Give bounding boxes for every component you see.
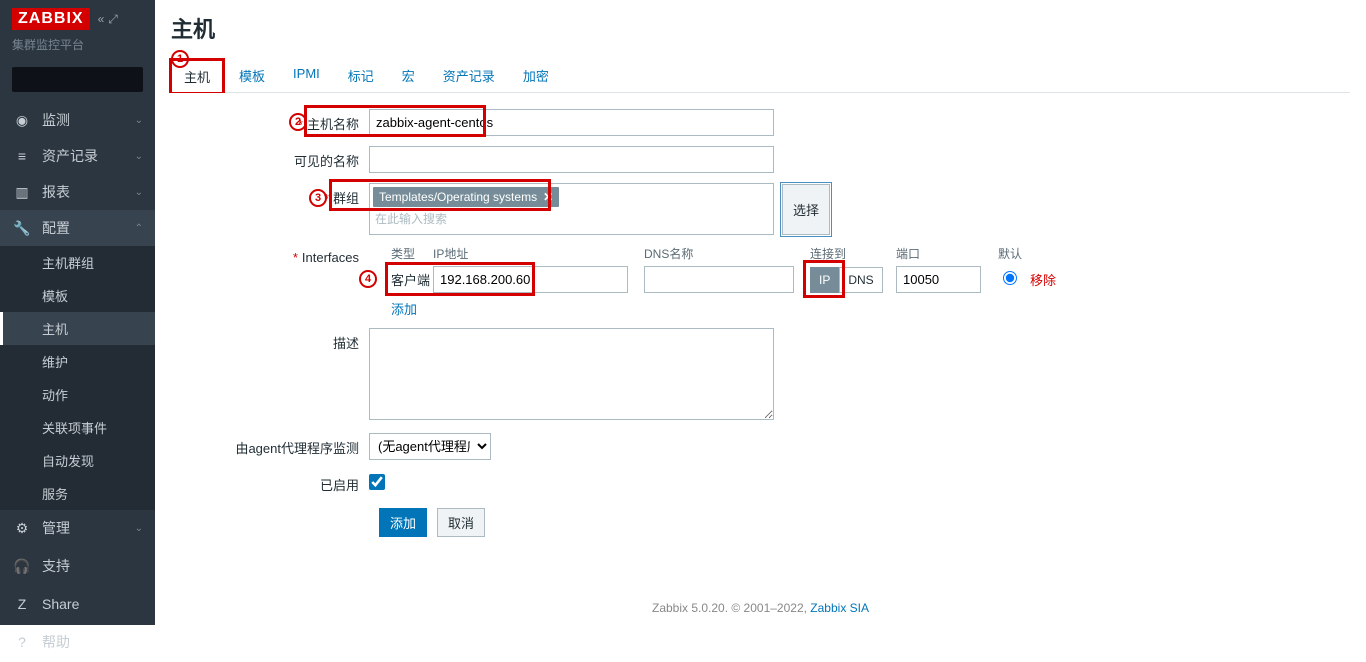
search-box[interactable]: 🔍 bbox=[12, 67, 143, 92]
annotation-3: 3 bbox=[309, 189, 327, 207]
nav-inventory[interactable]: ≡ 资产记录 ⌄ bbox=[0, 138, 155, 174]
th-ip: IP地址 bbox=[433, 245, 636, 262]
chevron-down-icon: ⌄ bbox=[135, 115, 143, 126]
logo: ZABBIX bbox=[12, 8, 90, 30]
host-form: 2 *主机名称 可见的名称 3 *群组 Templates/ bbox=[155, 93, 1366, 545]
interface-row: 4 客户端 IP DNS 移除 bbox=[369, 266, 1070, 293]
chevron-down-icon: ⌄ bbox=[135, 523, 143, 534]
search-input[interactable] bbox=[18, 73, 173, 87]
nav-reports[interactable]: ▥ 报表 ⌄ bbox=[0, 174, 155, 210]
groups-placeholder: 在此输入搜索 bbox=[373, 207, 770, 230]
connect-ip-button[interactable]: IP bbox=[810, 267, 839, 293]
enabled-checkbox[interactable] bbox=[369, 474, 385, 490]
sub-maintenance[interactable]: 维护 bbox=[0, 345, 155, 378]
nav-share[interactable]: Z Share bbox=[0, 586, 155, 622]
sub-actions[interactable]: 动作 bbox=[0, 378, 155, 411]
chart-icon: ▥ bbox=[12, 184, 32, 201]
sidebar-header: ZABBIX « ⤢ 集群监控平台 bbox=[0, 0, 155, 57]
sidebar: ZABBIX « ⤢ 集群监控平台 🔍 ◉ 监测 ⌄ ≡ 资产记录 bbox=[0, 0, 155, 625]
iface-ip-input[interactable] bbox=[433, 266, 628, 293]
th-type: 类型 bbox=[369, 245, 433, 262]
fullscreen-icon[interactable]: ⤢ bbox=[108, 12, 118, 27]
nav-config-sub: 主机群组 模板 主机 维护 动作 关联项事件 自动发现 服务 bbox=[0, 246, 155, 510]
share-icon: Z bbox=[12, 596, 32, 612]
label-groups: *群组 bbox=[179, 183, 369, 207]
label-visiblename: 可见的名称 bbox=[179, 146, 369, 170]
nav-monitoring[interactable]: ◉ 监测 ⌄ bbox=[0, 102, 155, 138]
label-agent-proxy: 由agent代理程序监测 bbox=[179, 433, 369, 457]
th-port: 端口 bbox=[896, 245, 988, 262]
wrench-icon: 🔧 bbox=[12, 220, 32, 237]
interfaces-table: 类型 IP地址 DNS名称 连接到 端口 默认 4 客户端 bbox=[369, 245, 1070, 318]
page-title: 主机 bbox=[155, 0, 1366, 44]
sub-hosts[interactable]: 主机 bbox=[0, 312, 155, 345]
label-enabled: 已启用 bbox=[179, 470, 369, 494]
nav-support[interactable]: 🎧 支持 bbox=[0, 546, 155, 586]
tab-macros[interactable]: 宏 bbox=[390, 60, 427, 92]
chevron-down-icon: ⌄ bbox=[135, 151, 143, 162]
annotation-4: 4 bbox=[359, 270, 377, 288]
headset-icon: 🎧 bbox=[12, 558, 32, 575]
brand-subtitle: 集群监控平台 bbox=[12, 36, 143, 53]
nav-config[interactable]: 🔧 配置 ⌃ bbox=[0, 210, 155, 246]
cancel-button[interactable]: 取消 bbox=[437, 508, 485, 537]
groups-multiselect[interactable]: Templates/Operating systems ✕ 在此输入搜索 bbox=[369, 183, 774, 235]
th-dns: DNS名称 bbox=[644, 245, 802, 262]
agent-proxy-select[interactable]: (无agent代理程序) bbox=[369, 433, 491, 460]
iface-default-radio[interactable] bbox=[1003, 271, 1017, 285]
main-nav: ◉ 监测 ⌄ ≡ 资产记录 ⌄ ▥ 报表 ⌄ 🔧 配置 ⌃ 主机群组 模板 bbox=[0, 102, 155, 546]
main-content: 主机 1 主机 模板 IPMI 标记 宏 资产记录 加密 2 *主机名称 bbox=[155, 0, 1366, 625]
submit-button[interactable]: 添加 bbox=[379, 508, 427, 537]
th-conn: 连接到 bbox=[810, 245, 888, 262]
gear-icon: ⚙ bbox=[12, 520, 32, 537]
list-icon: ≡ bbox=[12, 148, 32, 164]
footer: Zabbix 5.0.20. © 2001–2022, Zabbix SIA bbox=[155, 581, 1366, 625]
label-description: 描述 bbox=[179, 328, 369, 352]
tabs: 主机 模板 IPMI 标记 宏 资产记录 加密 bbox=[171, 60, 1350, 93]
hostname-input[interactable] bbox=[369, 109, 774, 136]
tab-inventory[interactable]: 资产记录 bbox=[431, 60, 507, 92]
connect-dns-button[interactable]: DNS bbox=[839, 267, 882, 293]
label-interfaces: *Interfaces bbox=[179, 245, 369, 265]
connect-toggle: IP DNS bbox=[810, 267, 888, 293]
iface-dns-input[interactable] bbox=[644, 266, 794, 293]
sub-services[interactable]: 服务 bbox=[0, 477, 155, 510]
th-default: 默认 bbox=[996, 245, 1024, 262]
nav-bottom: 🎧 支持 Z Share ? 帮助 bbox=[0, 546, 155, 662]
tab-tags[interactable]: 标记 bbox=[336, 60, 386, 92]
collapse-icon[interactable]: « bbox=[98, 12, 105, 27]
label-hostname: *主机名称 bbox=[179, 109, 369, 133]
select-groups-button[interactable]: 选择 bbox=[782, 184, 830, 235]
tab-encryption[interactable]: 加密 bbox=[511, 60, 561, 92]
help-icon: ? bbox=[12, 634, 32, 650]
tab-templates[interactable]: 模板 bbox=[227, 60, 277, 92]
chevron-down-icon: ⌄ bbox=[135, 187, 143, 198]
annotation-2: 2 bbox=[289, 113, 307, 131]
remove-tag-icon[interactable]: ✕ bbox=[543, 190, 553, 204]
eye-icon: ◉ bbox=[12, 112, 32, 129]
annotation-1: 1 bbox=[171, 50, 189, 68]
tab-ipmi[interactable]: IPMI bbox=[281, 60, 332, 92]
nav-admin[interactable]: ⚙ 管理 ⌄ bbox=[0, 510, 155, 546]
iface-type: 客户端 bbox=[391, 273, 430, 288]
sub-hostgroups[interactable]: 主机群组 bbox=[0, 246, 155, 279]
footer-link[interactable]: Zabbix SIA bbox=[810, 601, 869, 615]
sub-templates[interactable]: 模板 bbox=[0, 279, 155, 312]
add-interface-link[interactable]: 添加 bbox=[391, 302, 417, 317]
iface-remove-link[interactable]: 移除 bbox=[1030, 273, 1056, 288]
nav-help[interactable]: ? 帮助 bbox=[0, 622, 155, 662]
sub-correlation[interactable]: 关联项事件 bbox=[0, 411, 155, 444]
visiblename-input[interactable] bbox=[369, 146, 774, 173]
chevron-up-icon: ⌃ bbox=[135, 223, 143, 234]
iface-port-input[interactable] bbox=[896, 266, 981, 293]
sub-discovery[interactable]: 自动发现 bbox=[0, 444, 155, 477]
group-tag[interactable]: Templates/Operating systems ✕ bbox=[373, 187, 559, 207]
description-textarea[interactable] bbox=[369, 328, 774, 420]
